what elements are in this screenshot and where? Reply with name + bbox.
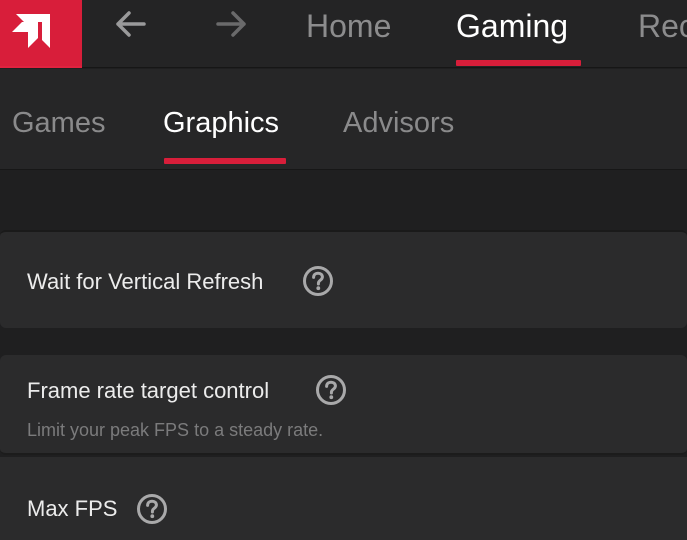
setting-max-fps[interactable]: Max FPS <box>0 457 687 540</box>
question-circle-icon[interactable] <box>315 374 347 406</box>
setting-frame-rate-target-control[interactable]: Frame rate target control Limit your pea… <box>0 355 687 455</box>
subtab-advisors[interactable]: Advisors <box>343 105 454 141</box>
question-circle-icon[interactable] <box>136 493 168 525</box>
question-circle-icon[interactable] <box>302 265 334 297</box>
tab-home[interactable]: Home <box>306 6 391 46</box>
tab-gaming[interactable]: Gaming <box>456 6 568 46</box>
subtab-games[interactable]: Games <box>12 105 105 141</box>
setting-label: Frame rate target control <box>27 378 270 403</box>
subtab-graphics[interactable]: Graphics <box>163 105 279 141</box>
app-window: Home Gaming Rec Games Graphics Advisors … <box>0 0 687 540</box>
sub-navigation-bar: Games Graphics Advisors <box>0 69 687 170</box>
active-subtab-indicator <box>164 158 286 164</box>
arrow-right-icon <box>216 11 246 37</box>
tab-record[interactable]: Rec <box>638 6 687 46</box>
amd-logo-icon[interactable] <box>0 0 82 68</box>
top-navigation-bar: Home Gaming Rec <box>0 0 687 68</box>
setting-label: Max FPS <box>27 496 118 521</box>
back-button[interactable] <box>110 6 150 42</box>
setting-wait-for-vertical-refresh[interactable]: Wait for Vertical Refresh <box>0 230 687 328</box>
setting-description: Limit your peak FPS to a steady rate. <box>27 420 324 440</box>
arrow-left-icon <box>116 11 146 37</box>
setting-label: Wait for Vertical Refresh <box>27 269 264 294</box>
forward-button[interactable] <box>212 6 252 42</box>
active-tab-indicator <box>456 60 581 66</box>
